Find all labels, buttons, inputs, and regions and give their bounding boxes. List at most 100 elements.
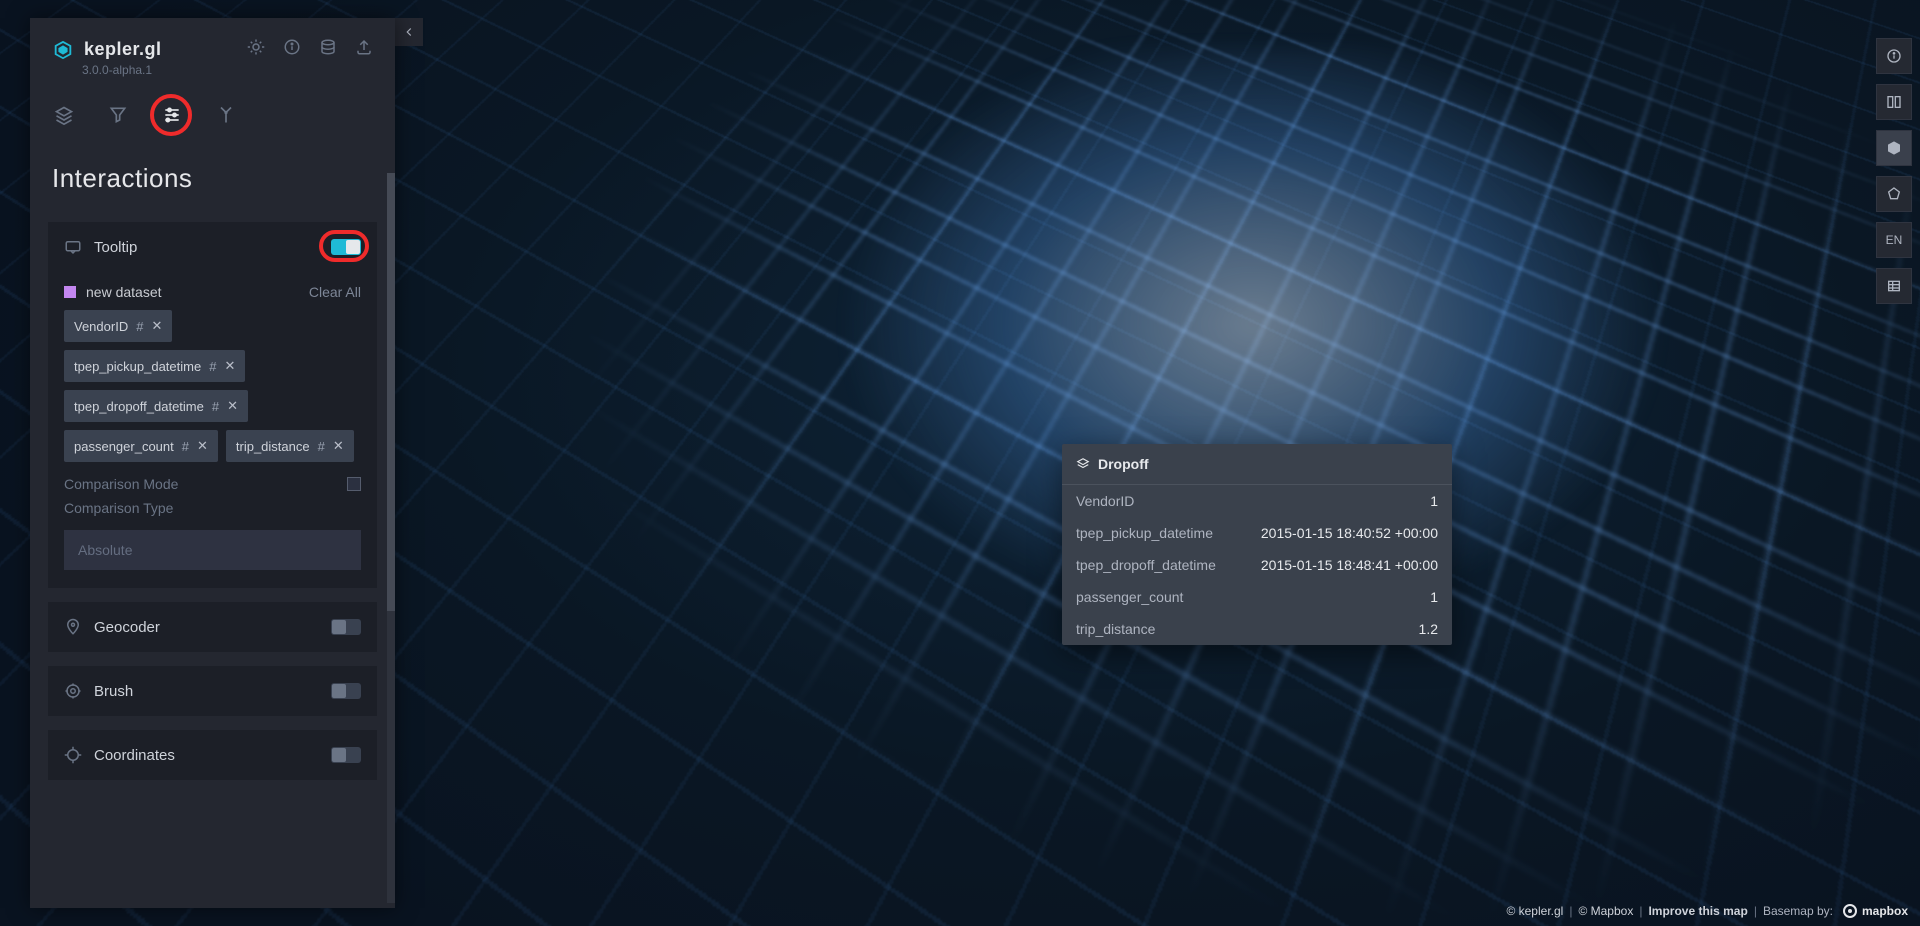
chip-label: passenger_count <box>74 439 174 454</box>
section-brush-title: Brush <box>94 683 133 700</box>
section-tooltip: Tooltip new dataset Clear All VendorID # ✕… <box>48 222 377 588</box>
tooltip-value: 2015-01-15 18:48:41 +00:00 <box>1261 557 1438 573</box>
chip-label: tpep_pickup_datetime <box>74 359 201 374</box>
locale-button[interactable]: EN <box>1876 222 1912 258</box>
comparison-type-select[interactable]: Absolute <box>64 530 361 570</box>
export-icon[interactable] <box>355 38 373 61</box>
tooltip-key: passenger_count <box>1076 589 1183 605</box>
basemap-by-label: Basemap by: <box>1763 904 1833 918</box>
locale-label: EN <box>1886 233 1903 247</box>
split-map-button[interactable] <box>1876 84 1912 120</box>
section-tooltip-title: Tooltip <box>94 239 137 256</box>
chip-type: # <box>136 319 143 334</box>
tooltip-key: trip_distance <box>1076 621 1155 637</box>
section-brush-header[interactable]: Brush <box>48 666 377 716</box>
field-chip[interactable]: tpep_dropoff_datetime # ✕ <box>64 390 248 422</box>
bug-icon[interactable] <box>247 38 265 61</box>
toggle-3d-button[interactable] <box>1876 130 1912 166</box>
brush-toggle[interactable] <box>331 683 361 699</box>
field-chip-list: VendorID#✕tpep_pickup_datetime#✕tpep_dro… <box>64 310 361 462</box>
panel-header: kepler.gl <box>30 18 395 61</box>
geocoder-toggle[interactable] <box>331 619 361 635</box>
coordinates-toggle[interactable] <box>331 747 361 763</box>
kepler-logo-icon <box>52 39 74 61</box>
section-coordinates-header[interactable]: Coordinates <box>48 730 377 780</box>
comparison-mode-checkbox[interactable] <box>347 477 361 491</box>
tab-interactions[interactable] <box>160 103 184 127</box>
tab-map-style[interactable] <box>214 103 238 127</box>
comparison-type-value: Absolute <box>78 542 132 558</box>
brand-name: kepler.gl <box>84 39 162 60</box>
field-chip[interactable]: VendorID # ✕ <box>64 310 172 342</box>
info-icon[interactable] <box>283 38 301 61</box>
remove-chip-button[interactable]: ✕ <box>151 318 162 334</box>
field-chip[interactable]: passenger_count # ✕ <box>64 430 218 462</box>
tooltip-row: tpep_pickup_datetime2015-01-15 18:40:52 … <box>1062 517 1452 549</box>
dataset-name: new dataset <box>86 284 162 300</box>
version-label: 3.0.0-alpha.1 <box>30 61 395 91</box>
remove-chip-button[interactable]: ✕ <box>333 438 344 454</box>
collapse-panel-button[interactable] <box>395 18 423 46</box>
tooltip-key: tpep_pickup_datetime <box>1076 525 1213 541</box>
tooltip-value: 1 <box>1430 493 1438 509</box>
field-chip[interactable]: tpep_pickup_datetime # ✕ <box>64 350 245 382</box>
tab-layers[interactable] <box>52 103 76 127</box>
tooltip-key: tpep_dropoff_datetime <box>1076 557 1216 573</box>
mapbox-logo[interactable]: mapbox <box>1843 904 1908 918</box>
remove-chip-button[interactable]: ✕ <box>224 358 235 374</box>
field-chip[interactable]: trip_distance#✕ <box>226 430 354 462</box>
side-panel: kepler.gl 3.0.0-alpha.1 Interactions <box>30 18 395 908</box>
tooltip-toggle[interactable] <box>331 239 361 255</box>
panel-tabs <box>30 91 395 145</box>
dataset-swatch <box>64 286 76 298</box>
tab-filters[interactable] <box>106 103 130 127</box>
tooltip-value: 1.2 <box>1419 621 1438 637</box>
map-controls: EN <box>1876 38 1912 304</box>
layers-icon <box>1076 457 1090 471</box>
attribution: © kepler.gl | © Mapbox | Improve this ma… <box>1506 904 1908 918</box>
remove-chip-button[interactable]: ✕ <box>197 438 208 454</box>
section-geocoder: Geocoder <box>48 602 377 652</box>
improve-map-link[interactable]: Improve this map <box>1648 904 1747 918</box>
section-tooltip-header[interactable]: Tooltip <box>48 222 377 272</box>
chip-type: # <box>212 399 219 414</box>
comparison-mode-label: Comparison Mode <box>64 476 178 492</box>
crosshair-icon <box>64 746 82 764</box>
chip-type: # <box>182 439 189 454</box>
map-tooltip-header: Dropoff <box>1062 444 1452 485</box>
target-icon <box>64 682 82 700</box>
comparison-type-row: Comparison Type <box>64 492 361 516</box>
comparison-mode-row: Comparison Mode <box>64 462 361 492</box>
map-tooltip-title: Dropoff <box>1098 456 1149 472</box>
pin-icon <box>64 618 82 636</box>
attribution-keplergl[interactable]: © kepler.gl <box>1506 904 1563 918</box>
section-coordinates: Coordinates <box>48 730 377 780</box>
dataset-header: new dataset Clear All <box>64 272 361 310</box>
legend-button[interactable] <box>1876 268 1912 304</box>
section-brush: Brush <box>48 666 377 716</box>
chip-label: trip_distance <box>236 439 310 454</box>
tooltip-icon <box>64 238 82 256</box>
clear-all-button[interactable]: Clear All <box>309 284 361 300</box>
comparison-type-label: Comparison Type <box>64 500 173 516</box>
section-geocoder-title: Geocoder <box>94 619 160 636</box>
remove-chip-button[interactable]: ✕ <box>227 398 238 414</box>
tooltip-key: VendorID <box>1076 493 1134 509</box>
panel-scrollbar[interactable] <box>387 173 395 903</box>
data-table-icon[interactable] <box>319 38 337 61</box>
tooltip-row: passenger_count 1 <box>1062 581 1452 613</box>
section-geocoder-header[interactable]: Geocoder <box>48 602 377 652</box>
chip-type: # <box>209 359 216 374</box>
logo[interactable]: kepler.gl <box>52 39 162 61</box>
tooltip-value: 1 <box>1430 589 1438 605</box>
section-coordinates-title: Coordinates <box>94 747 175 764</box>
tooltip-row: tpep_dropoff_datetime 2015-01-15 18:48:41… <box>1062 549 1452 581</box>
map-info-button[interactable] <box>1876 38 1912 74</box>
attribution-mapbox[interactable]: © Mapbox <box>1578 904 1633 918</box>
tooltip-row: VendorID 1 <box>1062 485 1452 517</box>
chip-label: tpep_dropoff_datetime <box>74 399 204 414</box>
chip-label: VendorID <box>74 319 128 334</box>
map-draw-button[interactable] <box>1876 176 1912 212</box>
map-tooltip: Dropoff VendorID1tpep_pickup_datetime201… <box>1062 444 1452 645</box>
panel-title: Interactions <box>48 145 377 222</box>
